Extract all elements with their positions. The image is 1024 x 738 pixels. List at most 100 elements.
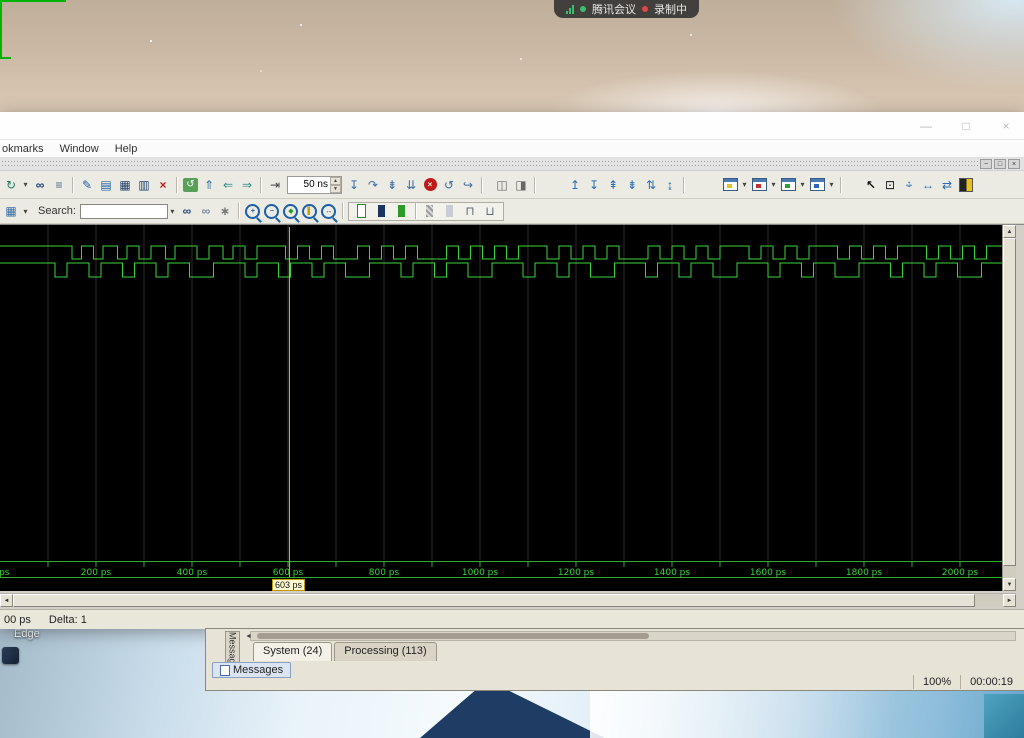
menu-item-help[interactable]: Help (115, 143, 138, 155)
continue-run-icon[interactable]: ↪ (459, 176, 477, 193)
find-next-icon[interactable]: ∞ (178, 203, 196, 220)
run-length-input[interactable] (288, 177, 330, 193)
wave-display[interactable]: 0 ps200 ps400 ps600 ps800 ps1000 ps1200 … (0, 225, 1002, 591)
exchange-mode-icon[interactable]: ⇄ (938, 176, 956, 193)
panel-collapse-button[interactable]: ◄ (244, 632, 253, 641)
search-options-icon[interactable]: ∗ (216, 203, 234, 220)
wave-signal-1[interactable] (0, 263, 1002, 277)
falling-edge-icon[interactable]: ⊔ (481, 203, 499, 220)
desktop-icon-edge-label[interactable]: Edge (14, 628, 40, 640)
layout-caret-icon[interactable]: ▾ (21, 203, 30, 220)
memory-icon[interactable]: ▦ (116, 176, 134, 193)
menu-item-window[interactable]: Window (60, 143, 99, 155)
scroll-down-button[interactable]: ▼ (1003, 578, 1016, 591)
horizontal-scroll-thumb[interactable] (13, 594, 975, 607)
environment-back-icon[interactable]: ⇐ (219, 176, 237, 193)
rising-edge-icon[interactable]: ⊓ (461, 203, 479, 220)
next-edge-icon[interactable]: ⇟ (623, 176, 641, 193)
wave-horizontal-scrollbar[interactable]: ◄ ► (0, 593, 1016, 607)
copy-icon[interactable]: ▤ (97, 176, 115, 193)
timeline-label: 1200 ps (558, 568, 594, 578)
zoom-out-icon[interactable]: − (263, 203, 281, 220)
coverage-icon[interactable]: ◨ (512, 176, 530, 193)
run-length-down-button[interactable]: ▼ (330, 185, 341, 193)
add-dataflow-caret-icon[interactable]: ▾ (827, 176, 836, 193)
menu-item-okmarks[interactable]: okmarks (2, 143, 44, 155)
environment-up-icon[interactable]: ⇑ (200, 176, 218, 193)
refresh-icon[interactable]: ↻ (2, 176, 20, 193)
panel-horizontal-scrollbar[interactable] (250, 631, 1016, 641)
toolbar-separator (238, 203, 240, 219)
search-input[interactable] (80, 204, 168, 219)
tab-messages[interactable]: Messages (212, 662, 291, 678)
pan-mode-icon[interactable]: ↔↕ (900, 176, 918, 193)
previous-transition-icon[interactable]: ↥ (566, 176, 584, 193)
add-wave-icon[interactable] (721, 176, 739, 193)
restart-icon[interactable]: ↺ (183, 178, 198, 192)
zoom-mode-icon[interactable]: ⊡ (881, 176, 899, 193)
wave-vertical-scrollbar[interactable]: ▲ ▼ (1002, 225, 1016, 591)
window-maximize-button[interactable]: □ (954, 116, 978, 136)
profile-icon[interactable]: ◫ (493, 176, 511, 193)
pane-restore-button[interactable]: □ (994, 159, 1006, 169)
run-icon[interactable]: ⇟ (383, 176, 401, 193)
previous-edge-icon[interactable]: ⇞ (604, 176, 622, 193)
add-log-caret-icon[interactable]: ▾ (798, 176, 807, 193)
format-group-icon[interactable] (421, 203, 439, 220)
run-all-icon[interactable]: ⇊ (402, 176, 420, 193)
select-mode-icon[interactable]: ↖ (862, 176, 880, 193)
find-icon[interactable]: ∞ (31, 176, 49, 193)
wave-signal-0[interactable] (0, 246, 1002, 259)
vertical-scroll-thumb[interactable] (1003, 238, 1016, 566)
zoom-range-icon[interactable]: ↔ (320, 203, 338, 220)
window-minimize-button[interactable]: — (914, 116, 938, 136)
edit-source-icon[interactable]: ✎ (78, 176, 96, 193)
zoom-full-icon[interactable]: ◆ (282, 203, 300, 220)
dataset-icon[interactable]: ▥ (135, 176, 153, 193)
layout-icon[interactable]: ▦ (2, 203, 20, 220)
format-event-icon[interactable] (393, 203, 411, 220)
step-over-icon[interactable]: ↷ (364, 176, 382, 193)
run-length-icon[interactable]: ⇥ (266, 176, 284, 193)
desktop-shortcut-icon[interactable] (2, 647, 19, 664)
scroll-left-button[interactable]: ◄ (0, 594, 13, 607)
search-caret-icon[interactable]: ▾ (168, 203, 177, 220)
refresh-caret-icon[interactable]: ▾ (21, 176, 30, 193)
run-length-up-button[interactable]: ▲ (330, 177, 341, 185)
delete-icon[interactable]: × (154, 176, 172, 193)
restart-sim-icon[interactable]: ↺ (440, 176, 458, 193)
add-log-icon[interactable] (779, 176, 797, 193)
insertion-up-icon[interactable]: ⇅ (642, 176, 660, 193)
format-literal-icon[interactable] (353, 203, 371, 220)
zoom-cursor-icon[interactable]: ▌ (301, 203, 319, 220)
pane-minimize-button[interactable]: − (980, 159, 992, 169)
wave-pane: 0 ps200 ps400 ps600 ps800 ps1000 ps1200 … (0, 224, 1024, 609)
insertion-down-icon[interactable]: ↨ (661, 176, 679, 193)
find-previous-icon[interactable]: ∞ (197, 203, 215, 220)
wave-edit-icon[interactable] (957, 176, 975, 193)
dock-handle[interactable] (2, 161, 978, 167)
format-analog-icon[interactable] (441, 203, 459, 220)
next-transition-icon[interactable]: ↧ (585, 176, 603, 193)
add-dataflow-icon[interactable] (808, 176, 826, 193)
panel-tab-processing[interactable]: Processing (113) (334, 642, 436, 661)
break-icon[interactable]: × (421, 176, 439, 193)
cursor-time-flag[interactable]: 603 ps (272, 579, 305, 591)
add-list-caret-icon[interactable]: ▾ (769, 176, 778, 193)
panel-tab-system[interactable]: System (24) (253, 642, 332, 661)
format-separator (415, 203, 417, 219)
environment-forward-icon[interactable]: ⇒ (238, 176, 256, 193)
window-close-button[interactable]: × (994, 116, 1018, 136)
panel-scroll-thumb[interactable] (257, 633, 649, 639)
scroll-up-button[interactable]: ▲ (1003, 225, 1016, 238)
zoom-in-icon[interactable]: + (244, 203, 262, 220)
pane-close-button[interactable]: × (1008, 159, 1020, 169)
meeting-recording-indicator[interactable]: 腾讯会议 录制中 (554, 0, 699, 18)
format-logic-icon[interactable] (373, 203, 391, 220)
callstack-icon[interactable]: ≡ (50, 176, 68, 193)
add-list-icon[interactable] (750, 176, 768, 193)
scroll-right-button[interactable]: ► (1003, 594, 1016, 607)
stretch-mode-icon[interactable]: ↔ (919, 176, 937, 193)
step-icon[interactable]: ↧ (345, 176, 363, 193)
add-wave-caret-icon[interactable]: ▾ (740, 176, 749, 193)
